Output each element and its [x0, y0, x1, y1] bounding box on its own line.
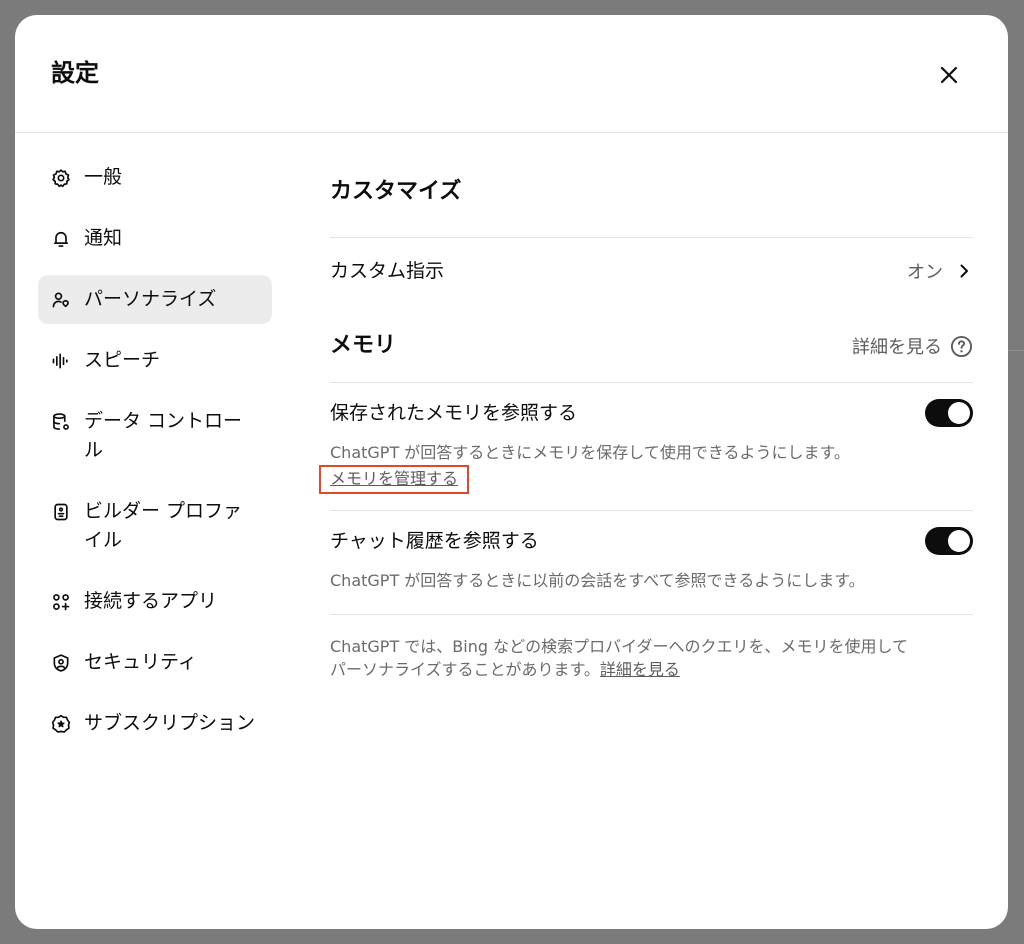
manage-memory-wrap: メモリを管理する: [319, 465, 973, 494]
toggle-knob: [948, 530, 970, 552]
saved-memory-label: 保存されたメモリを参照する: [330, 402, 578, 424]
section-title-customize: カスタマイズ: [330, 179, 462, 204]
toggle-knob: [948, 402, 970, 424]
apps-grid-icon: [50, 591, 72, 613]
sidebar-item-builder-profile[interactable]: ビルダー プロファイル: [38, 487, 272, 565]
modal-title: 設定: [51, 59, 99, 87]
modal-header: 設定: [15, 15, 1008, 133]
sidebar-item-general[interactable]: 一般: [38, 153, 272, 202]
memory-learn-more[interactable]: 詳細を見る: [852, 333, 973, 359]
saved-memory-description: ChatGPT が回答するときにメモリを保存して使用できるようにします。: [330, 441, 930, 464]
sidebar-item-label: サブスクリプション: [84, 712, 256, 734]
waveform-icon: [50, 350, 72, 372]
custom-instructions-row[interactable]: カスタム指示 オン: [330, 238, 973, 304]
settings-content: カスタマイズ カスタム指示 オン メモリ 詳細を見る 保存されたメモリを参照する…: [319, 153, 973, 681]
sidebar-item-notifications[interactable]: 通知: [38, 214, 272, 263]
saved-memory-desc-text: ChatGPT が回答するときにメモリを保存して使用できるようにします。: [330, 443, 850, 462]
memory-footer-note: ChatGPT では、Bing などの検索プロバイダーへのクエリを、メモリを使用…: [330, 635, 920, 681]
help-circle-icon: [950, 335, 973, 357]
sidebar-item-connected-apps[interactable]: 接続するアプリ: [38, 577, 272, 626]
saved-memory-toggle[interactable]: [925, 399, 973, 427]
sidebar-item-label: スピーチ: [84, 349, 161, 371]
sidebar-item-speech[interactable]: スピーチ: [38, 336, 272, 385]
settings-sidebar: 一般 通知 パーソナライズ スピーチ データ コントロール ビルダー プロファイ…: [38, 153, 272, 760]
memory-header: メモリ 詳細を見る: [330, 326, 973, 366]
chat-history-toggle[interactable]: [925, 527, 973, 555]
close-button[interactable]: [933, 59, 965, 91]
sidebar-item-security[interactable]: セキュリティ: [38, 638, 272, 687]
shield-user-icon: [50, 652, 72, 674]
chat-history-description: ChatGPT が回答するときに以前の会話をすべて参照できるようにします。: [330, 571, 865, 590]
chevron-right-icon: [960, 264, 968, 278]
divider: [330, 614, 973, 615]
database-gear-icon: [50, 411, 72, 433]
learn-more-label: 詳細を見る: [852, 337, 942, 358]
manage-memory-link[interactable]: メモリを管理する: [330, 469, 458, 488]
sidebar-item-personalize[interactable]: パーソナライズ: [38, 275, 272, 324]
sidebar-item-label: ビルダー プロファイル: [84, 500, 243, 551]
settings-modal: 設定 一般 通知 パーソナライズ スピーチ データ コントロール ビルダー プロ…: [15, 15, 1008, 929]
manage-memory-highlight: メモリを管理する: [319, 465, 470, 494]
bell-icon: [50, 228, 72, 250]
sidebar-item-label: 一般: [84, 166, 123, 188]
sidebar-item-data-controls[interactable]: データ コントロール: [38, 397, 272, 475]
custom-instructions-label: カスタム指示: [330, 260, 445, 282]
gear-icon: [50, 167, 72, 189]
custom-instructions-value: オン: [907, 262, 943, 283]
background-divider: [1008, 350, 1024, 351]
chat-history-row: チャット履歴を参照する: [330, 527, 973, 555]
close-icon: [940, 66, 958, 84]
chat-history-label: チャット履歴を参照する: [330, 530, 539, 552]
sidebar-item-label: セキュリティ: [84, 651, 197, 673]
sidebar-item-label: 通知: [84, 227, 123, 249]
divider: [330, 510, 973, 511]
sidebar-item-label: データ コントロール: [84, 410, 243, 461]
id-badge-icon: [50, 501, 72, 523]
divider: [330, 382, 973, 383]
footer-learn-more-link[interactable]: 詳細を見る: [600, 660, 680, 679]
sidebar-item-subscription[interactable]: サブスクリプション: [38, 699, 272, 748]
personalize-icon: [50, 289, 72, 311]
saved-memory-row: 保存されたメモリを参照する: [330, 399, 973, 427]
custom-instructions-status: オン: [907, 258, 973, 284]
badge-star-icon: [50, 713, 72, 735]
section-title-memory: メモリ: [330, 333, 397, 358]
sidebar-item-label: パーソナライズ: [84, 288, 217, 310]
sidebar-item-label: 接続するアプリ: [84, 590, 218, 612]
